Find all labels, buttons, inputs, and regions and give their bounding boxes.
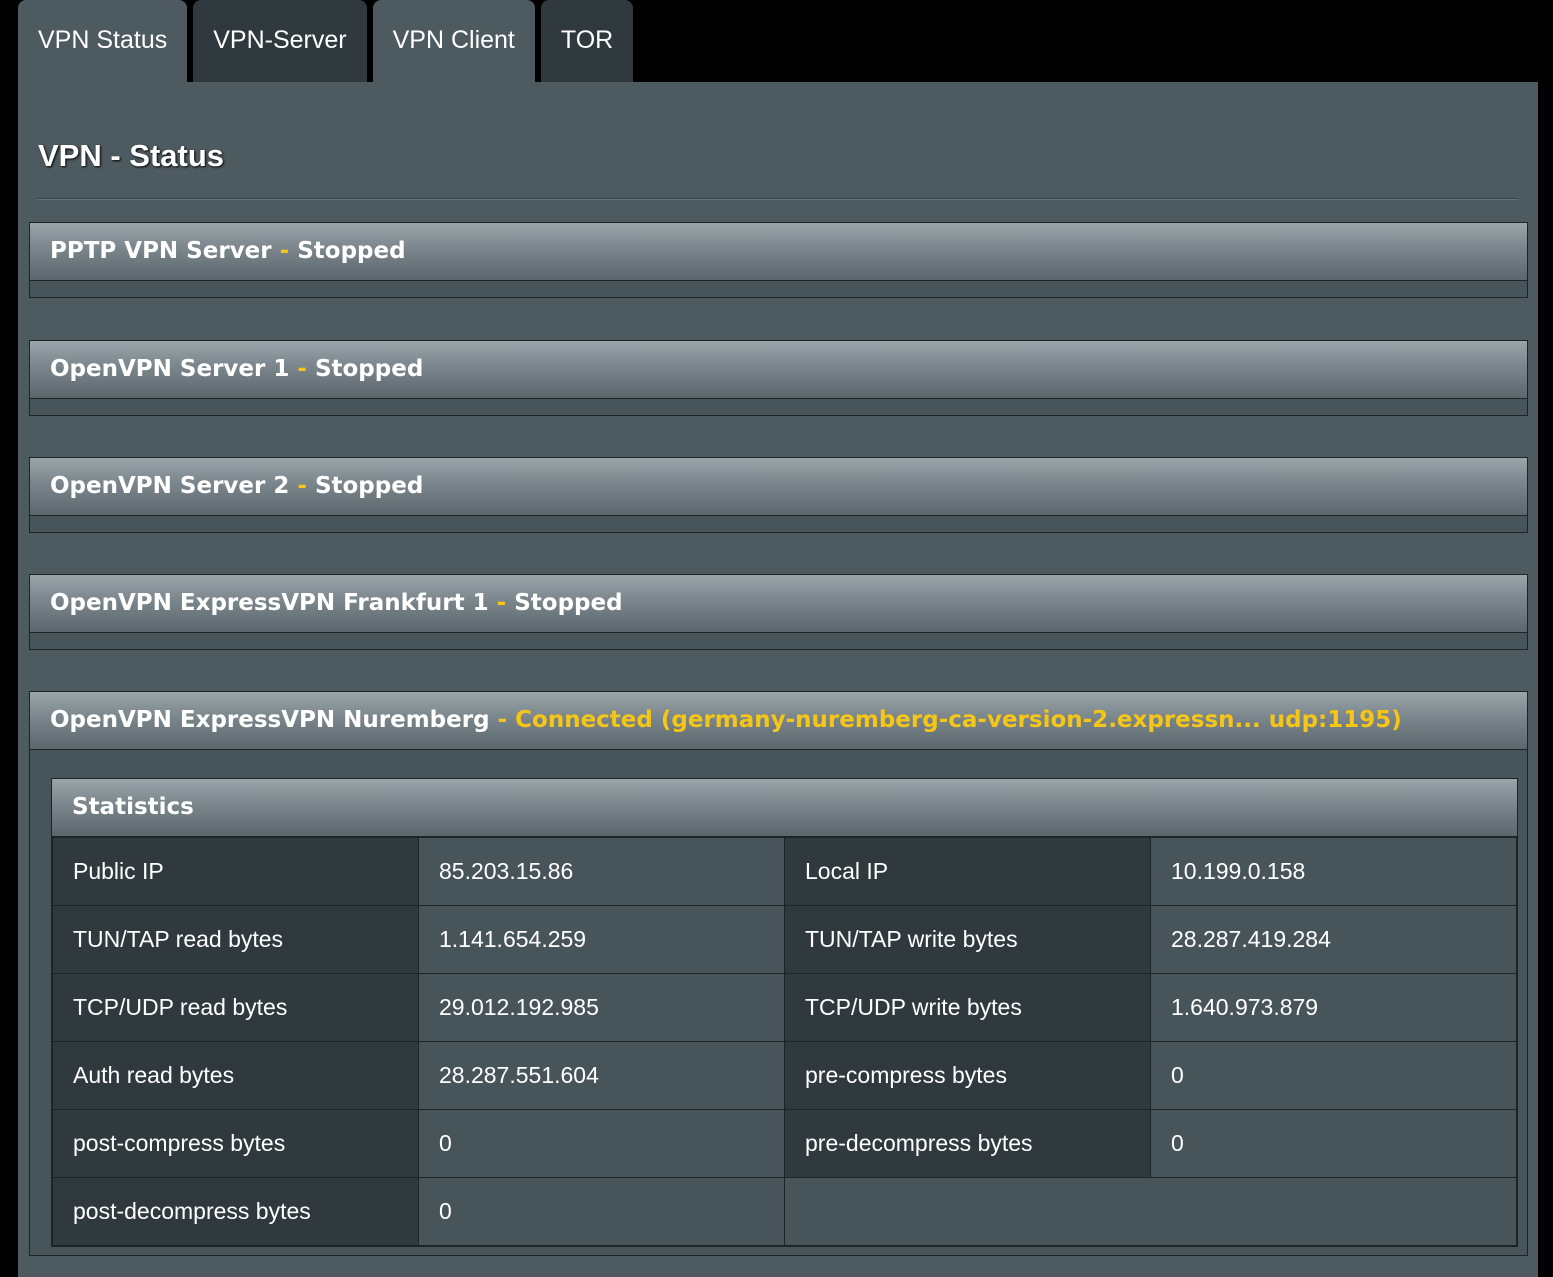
table-row: Auth read bytes 28.287.551.604 pre-compr… <box>52 1041 1517 1110</box>
section-header[interactable]: PPTP VPN Server - Stopped <box>30 223 1527 281</box>
stat-label: TUN/TAP write bytes <box>784 905 1151 974</box>
stat-value: 28.287.419.284 <box>1150 905 1517 974</box>
page-title: VPN - Status <box>38 138 225 173</box>
section-pptp-server: PPTP VPN Server - Stopped <box>29 222 1528 298</box>
table-row: TUN/TAP read bytes 1.141.654.259 TUN/TAP… <box>52 905 1517 974</box>
section-openvpn-server-2: OpenVPN Server 2 - Stopped <box>29 457 1528 533</box>
status-separator: - <box>297 356 307 382</box>
stat-value: 0 <box>1150 1041 1517 1110</box>
stat-label: TUN/TAP read bytes <box>52 905 419 974</box>
tab-tor[interactable]: TOR <box>540 0 634 82</box>
status-separator: - <box>279 238 290 264</box>
section-body <box>30 633 1527 649</box>
stat-value: 1.640.973.879 <box>1150 973 1517 1042</box>
section-status: Stopped <box>314 356 424 382</box>
table-row: Public IP 85.203.15.86 Local IP 10.199.0… <box>52 837 1517 906</box>
tab-vpn-server[interactable]: VPN-Server <box>193 0 367 82</box>
section-name: OpenVPN Server 1 <box>50 356 290 382</box>
section-header[interactable]: OpenVPN Server 2 - Stopped <box>30 458 1527 516</box>
statistics-table: Public IP 85.203.15.86 Local IP 10.199.0… <box>52 837 1517 1246</box>
stat-label: post-compress bytes <box>52 1109 419 1178</box>
section-openvpn-server-1: OpenVPN Server 1 - Stopped <box>29 340 1528 416</box>
content-panel: VPN - Status PPTP VPN Server - Stopped O… <box>18 82 1538 1277</box>
section-header[interactable]: OpenVPN Server 1 - Stopped <box>30 341 1527 399</box>
stat-value: 0 <box>418 1177 785 1246</box>
stat-label: post-decompress bytes <box>52 1177 419 1246</box>
table-row: post-compress bytes 0 pre-decompress byt… <box>52 1109 1517 1178</box>
section-body <box>30 281 1527 297</box>
stat-value: 1.141.654.259 <box>418 905 785 974</box>
stat-value: 10.199.0.158 <box>1150 837 1517 906</box>
empty-cell <box>784 1177 1517 1246</box>
status-separator: - <box>496 590 507 616</box>
section-name: PPTP VPN Server <box>50 238 272 264</box>
section-status: Stopped <box>314 473 424 499</box>
stat-label: TCP/UDP write bytes <box>784 973 1151 1042</box>
tab-bar: VPN Status VPN-Server VPN Client TOR <box>18 0 634 82</box>
title-divider <box>38 198 1518 200</box>
section-name: OpenVPN ExpressVPN Nuremberg <box>50 707 490 733</box>
section-header[interactable]: OpenVPN ExpressVPN Frankfurt 1 - Stopped <box>30 575 1527 633</box>
section-body <box>30 399 1527 415</box>
tab-vpn-client[interactable]: VPN Client <box>372 0 535 82</box>
section-expressvpn-nuremberg: OpenVPN ExpressVPN Nuremberg - Connected… <box>29 691 1528 1256</box>
section-name: OpenVPN Server 2 <box>50 473 290 499</box>
stat-value: 29.012.192.985 <box>418 973 785 1042</box>
table-row: TCP/UDP read bytes 29.012.192.985 TCP/UD… <box>52 973 1517 1042</box>
section-status: Connected (germany-nuremberg-ca-version-… <box>515 707 1402 733</box>
stat-label: Auth read bytes <box>52 1041 419 1110</box>
stat-value: 28.287.551.604 <box>418 1041 785 1110</box>
stat-label: TCP/UDP read bytes <box>52 973 419 1042</box>
statistics-title: Statistics <box>52 779 1517 837</box>
status-separator: - <box>497 707 508 733</box>
stat-label: pre-compress bytes <box>784 1041 1151 1110</box>
tab-vpn-status[interactable]: VPN Status <box>18 0 188 82</box>
stat-value: 85.203.15.86 <box>418 837 785 906</box>
table-row: post-decompress bytes 0 <box>52 1177 1517 1246</box>
stat-value: 0 <box>1150 1109 1517 1178</box>
section-status: Stopped <box>297 238 406 264</box>
status-separator: - <box>297 473 307 499</box>
stat-value: 0 <box>418 1109 785 1178</box>
statistics-box: Statistics Public IP 85.203.15.86 Local … <box>51 778 1518 1247</box>
stat-label: pre-decompress bytes <box>784 1109 1151 1178</box>
section-header[interactable]: OpenVPN ExpressVPN Nuremberg - Connected… <box>30 692 1527 750</box>
section-name: OpenVPN ExpressVPN Frankfurt 1 <box>50 590 489 616</box>
section-body <box>30 516 1527 532</box>
stat-label: Public IP <box>52 837 419 906</box>
section-status: Stopped <box>514 590 623 616</box>
section-expressvpn-frankfurt: OpenVPN ExpressVPN Frankfurt 1 - Stopped <box>29 574 1528 650</box>
stat-label: Local IP <box>784 837 1151 906</box>
